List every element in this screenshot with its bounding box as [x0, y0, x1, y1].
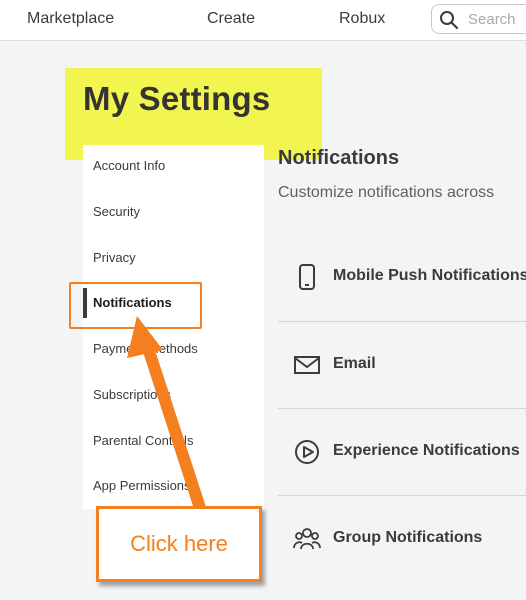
- group-notifications-row[interactable]: Group Notifications: [278, 496, 526, 582]
- sidebar-item-privacy[interactable]: Privacy: [83, 243, 264, 273]
- sidebar-item-label: Security: [93, 204, 140, 219]
- row-label: Experience Notifications: [333, 442, 520, 459]
- row-label: Email: [333, 355, 376, 372]
- sidebar-item-label: Parental Controls: [93, 433, 194, 448]
- row-label: Mobile Push Notifications: [333, 267, 526, 284]
- group-icon: [293, 528, 321, 550]
- page-title: My Settings: [83, 80, 271, 117]
- section-title: Notifications: [278, 147, 400, 169]
- sidebar-item-account-info[interactable]: Account Info: [83, 151, 264, 181]
- search-input[interactable]: [468, 9, 526, 29]
- notifications-highlight-box: [69, 282, 202, 329]
- nav-robux-link[interactable]: Robux: [339, 10, 385, 28]
- search-box[interactable]: [431, 4, 526, 34]
- sidebar-item-subscriptions[interactable]: Subscriptions: [83, 380, 264, 410]
- row-label: Group Notifications: [333, 529, 483, 546]
- sidebar-item-label: App Permissions: [93, 478, 191, 493]
- nav-create-link[interactable]: Create: [207, 10, 255, 28]
- sidebar-item-label: Payment Methods: [93, 341, 198, 356]
- sidebar-item-security[interactable]: Security: [83, 197, 264, 227]
- sidebar-item-app-permissions[interactable]: App Permissions: [83, 471, 264, 501]
- section-subtitle: Customize notifications across: [278, 184, 495, 201]
- sidebar-item-payment-methods[interactable]: Payment Methods: [83, 334, 264, 364]
- click-here-callout: Click here: [96, 506, 262, 582]
- callout-text: Click here: [130, 531, 228, 556]
- sidebar-item-label: Subscriptions: [93, 387, 172, 402]
- sidebar-item-label: Account Info: [93, 158, 166, 173]
- mail-icon: [294, 356, 320, 374]
- sidebar-item-label: Privacy: [93, 250, 136, 265]
- nav-marketplace-link[interactable]: Marketplace: [27, 10, 114, 28]
- mobile-push-notifications-row[interactable]: Mobile Push Notifications: [278, 234, 526, 320]
- experience-notifications-row[interactable]: Experience Notifications: [278, 409, 526, 495]
- play-icon: [295, 440, 319, 464]
- phone-icon: [299, 264, 315, 290]
- sidebar-item-parental-controls[interactable]: Parental Controls: [83, 426, 264, 456]
- search-icon: [440, 11, 459, 30]
- email-row[interactable]: Email: [278, 322, 526, 408]
- top-nav: Marketplace Create Robux: [0, 0, 526, 41]
